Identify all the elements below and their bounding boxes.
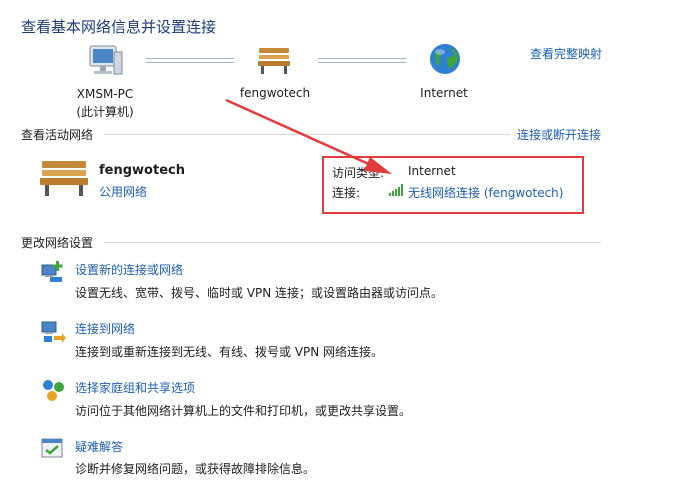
- troubleshoot-icon: [40, 436, 66, 462]
- task-homegroup-desc: 访问位于其他网络计算机上的文件和打印机，或更改共享设置。: [75, 404, 412, 418]
- task-connect-network-link[interactable]: 连接到网络: [75, 320, 135, 337]
- task-connect-network-desc: 连接到或重新连接到无线、有线、拨号或 VPN 网络连接。: [75, 345, 384, 359]
- homegroup-icon: [40, 377, 66, 403]
- task-setup-connection-link[interactable]: 设置新的连接或网络: [75, 261, 183, 278]
- task-troubleshoot-desc: 诊断并修复网络问题，或获得故障排除信息。: [75, 462, 316, 476]
- connect-network-icon: [40, 318, 66, 344]
- change-settings-label: 更改网络设置: [21, 236, 94, 250]
- setup-connection-icon: [40, 259, 66, 285]
- task-homegroup-link[interactable]: 选择家庭组和共享选项: [75, 379, 195, 396]
- task-setup-connection-desc: 设置无线、宽带、拨号、临时或 VPN 连接；或设置路由器或访问点。: [75, 286, 444, 300]
- task-troubleshoot-link[interactable]: 疑难解答: [75, 438, 123, 455]
- section-divider: [104, 242, 601, 243]
